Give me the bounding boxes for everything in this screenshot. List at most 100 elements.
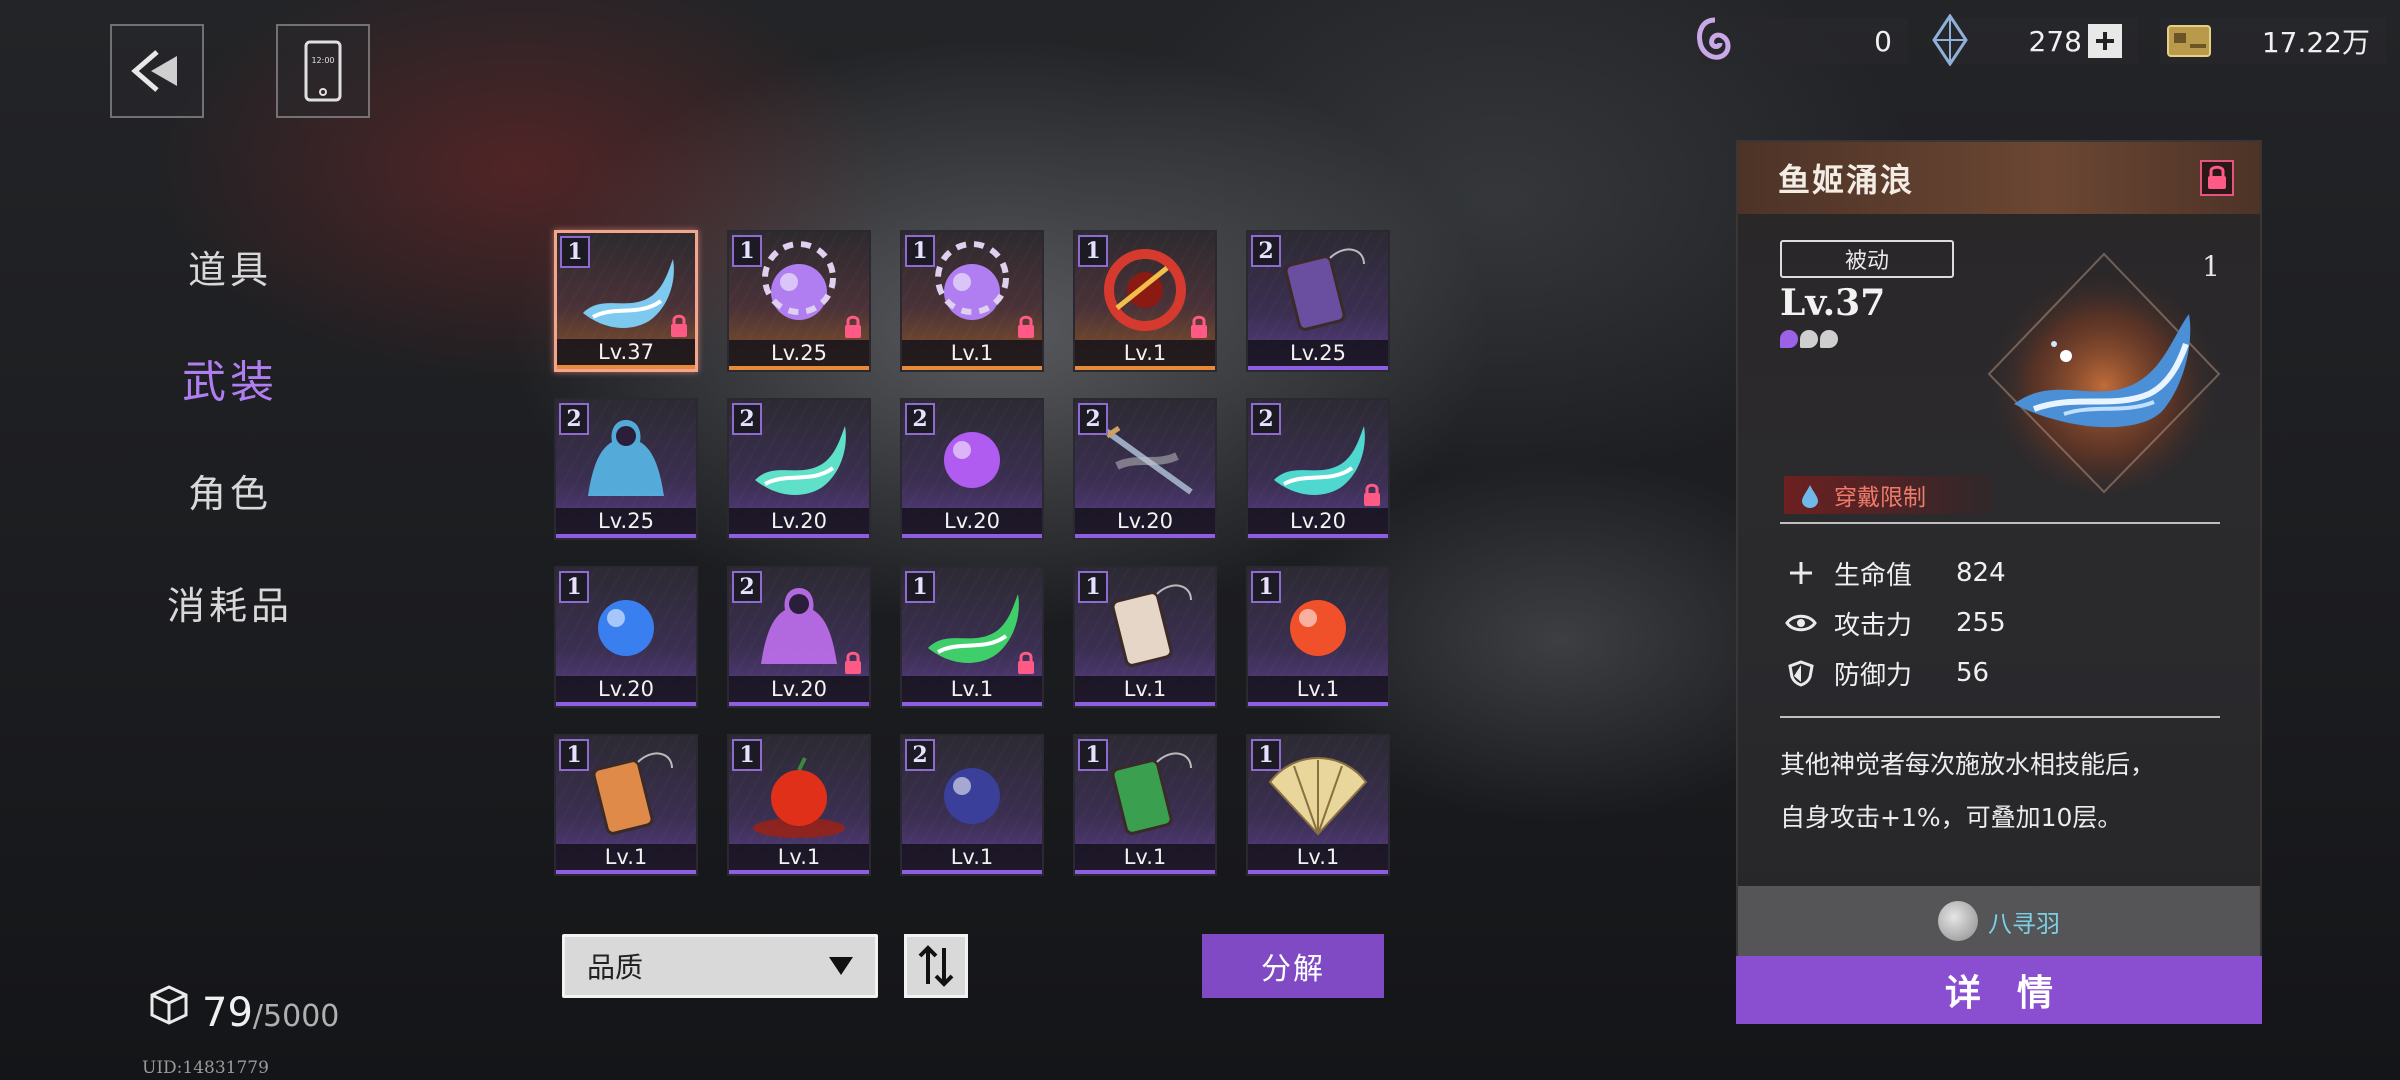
item-level-label: Lv.20 bbox=[1248, 508, 1388, 538]
currency-coin-value: 17.22万 bbox=[2261, 26, 2370, 59]
lock-icon bbox=[845, 651, 861, 674]
sort-label: 品质 bbox=[587, 951, 644, 984]
item-tier-badge: 2 bbox=[559, 403, 589, 435]
plus-icon bbox=[2096, 32, 2114, 50]
details-button[interactable]: 详情 bbox=[1736, 956, 2262, 1024]
item-slot[interactable]: 2 Lv.25 bbox=[554, 398, 698, 540]
crystal-icon bbox=[1932, 14, 1968, 66]
nav-item-consumables[interactable]: 消耗品 bbox=[140, 546, 320, 658]
stat-value: 56 bbox=[1956, 658, 1990, 688]
refine-pip bbox=[1800, 330, 1818, 348]
nav-item-equipment[interactable]: 武装 bbox=[140, 322, 320, 434]
item-tier-badge: 1 bbox=[905, 235, 935, 267]
decompose-button[interactable]: 分解 bbox=[1202, 934, 1384, 998]
sort-order-toggle[interactable] bbox=[904, 934, 968, 998]
item-level-label: Lv.1 bbox=[902, 676, 1042, 706]
item-level-label: Lv.20 bbox=[1075, 508, 1215, 538]
item-grid: 1 Lv.37 1 Lv.25 1 Lv.1 1 Lv.1 2 Lv.25 2 Lv.25 2 Lv.20… bbox=[554, 230, 1390, 876]
item-slot[interactable]: 1 Lv.1 bbox=[1246, 734, 1390, 876]
item-level-label: Lv.25 bbox=[729, 340, 869, 370]
item-slot[interactable]: 1 Lv.1 bbox=[727, 734, 871, 876]
item-slot[interactable]: 2 Lv.20 bbox=[900, 398, 1044, 540]
quality-sort-dropdown[interactable]: 品质 bbox=[562, 934, 878, 998]
stat-attack: 攻击力 255 bbox=[1784, 598, 2006, 648]
stat-defense: 防御力 56 bbox=[1784, 648, 2006, 698]
back-button[interactable] bbox=[110, 24, 204, 118]
item-tier-badge: 2 bbox=[1251, 403, 1281, 435]
item-tier-badge: 2 bbox=[1251, 235, 1281, 267]
item-tier-badge: 1 bbox=[1078, 571, 1108, 603]
item-tier-badge: 2 bbox=[905, 739, 935, 771]
item-level-label: Lv.1 bbox=[1248, 676, 1388, 706]
currency-shell-value: 0 bbox=[1874, 24, 1892, 58]
plus-icon bbox=[1784, 556, 1818, 590]
description-line: 其他神觉者每次施放水相技能后， bbox=[1780, 750, 2156, 779]
item-tier-badge: 1 bbox=[559, 739, 589, 771]
item-tier-badge: 1 bbox=[1251, 571, 1281, 603]
item-tier-badge: 1 bbox=[1251, 739, 1281, 771]
item-slot[interactable]: 2 Lv.20 bbox=[1073, 398, 1217, 540]
phone-clock-icon: 12:00 bbox=[304, 40, 342, 102]
chevron-down-icon bbox=[829, 957, 853, 975]
item-slot[interactable]: 1 Lv.1 bbox=[900, 566, 1044, 708]
item-slot[interactable]: 1 Lv.25 bbox=[727, 230, 871, 372]
sort-arrows-icon bbox=[918, 945, 954, 987]
stat-hp: 生命值 824 bbox=[1784, 548, 2006, 598]
item-level-label: Lv.1 bbox=[1075, 844, 1215, 874]
item-slot[interactable]: 1 Lv.1 bbox=[900, 230, 1044, 372]
stat-name: 防御力 bbox=[1834, 660, 1913, 691]
item-name: 鱼姬涌浪 bbox=[1778, 161, 1915, 199]
phone-mode-button[interactable]: 12:00 bbox=[276, 24, 370, 118]
lock-icon bbox=[1364, 483, 1380, 506]
item-slot[interactable]: 2 Lv.20 bbox=[727, 398, 871, 540]
item-level-label: Lv.1 bbox=[729, 844, 869, 874]
item-slot[interactable]: 1 Lv.20 bbox=[554, 566, 698, 708]
inventory-count: 79 /5000 bbox=[148, 984, 339, 1036]
item-slot[interactable]: 1 Lv.1 bbox=[1073, 734, 1217, 876]
box-icon bbox=[150, 985, 188, 1025]
item-tier-badge: 1 bbox=[1078, 739, 1108, 771]
svg-text:12:00: 12:00 bbox=[311, 56, 334, 65]
item-slot[interactable]: 2 Lv.1 bbox=[900, 734, 1044, 876]
nav-item-character[interactable]: 角色 bbox=[140, 434, 320, 546]
item-tier-badge: 2 bbox=[905, 403, 935, 435]
item-slot[interactable]: 2 Lv.25 bbox=[1246, 230, 1390, 372]
refine-pip bbox=[1780, 330, 1798, 348]
item-slot[interactable]: 1 Lv.1 bbox=[554, 734, 698, 876]
item-tier-badge: 2 bbox=[1078, 403, 1108, 435]
item-tier-badge: 2 bbox=[732, 571, 762, 603]
item-level-label: Lv.1 bbox=[1075, 340, 1215, 370]
item-level-label: Lv.1 bbox=[1075, 676, 1215, 706]
add-crystal-button[interactable] bbox=[2088, 24, 2122, 58]
owner-avatar bbox=[1938, 901, 1978, 941]
item-tier-badge: 1 bbox=[1078, 235, 1108, 267]
stats-list: 生命值 824 攻击力 255 防御力 56 bbox=[1784, 548, 2006, 698]
water-drop-icon bbox=[1802, 485, 1818, 508]
item-slot[interactable]: 1 Lv.1 bbox=[1073, 566, 1217, 708]
item-level-label: Lv.20 bbox=[729, 508, 869, 538]
nav-item-props[interactable]: 道具 bbox=[140, 210, 320, 322]
item-slot[interactable]: 2 Lv.20 bbox=[1246, 398, 1390, 540]
detail-header: 鱼姬涌浪 bbox=[1738, 142, 2260, 214]
item-slot[interactable]: 1 Lv.1 bbox=[1246, 566, 1390, 708]
item-detail-panel: 鱼姬涌浪 被动 Lv.37 1 穿戴限制 生命值 824 攻击力 255 防御力… bbox=[1736, 140, 2262, 1024]
item-level-label: Lv.1 bbox=[556, 844, 696, 874]
back-arrow-icon bbox=[131, 50, 177, 92]
stat-value: 255 bbox=[1956, 608, 2006, 638]
lock-toggle-icon[interactable] bbox=[2200, 160, 2234, 196]
stat-name: 攻击力 bbox=[1834, 610, 1913, 641]
item-tier-badge: 1 bbox=[732, 235, 762, 267]
stat-value: 824 bbox=[1956, 558, 2006, 588]
equipped-owner[interactable]: 八寻羽 bbox=[1738, 886, 2260, 956]
detail-level: Lv.37 bbox=[1780, 282, 1886, 324]
item-slot[interactable]: 1 Lv.37 bbox=[554, 230, 698, 372]
spiral-shell-icon bbox=[1697, 17, 1731, 60]
lock-icon bbox=[1018, 651, 1034, 674]
item-slot[interactable]: 2 Lv.20 bbox=[727, 566, 871, 708]
item-slot[interactable]: 1 Lv.1 bbox=[1073, 230, 1217, 372]
inventory-max: /5000 bbox=[252, 999, 340, 1034]
item-description: 其他神觉者每次施放水相技能后， 自身攻击+1%，可叠加10层。 bbox=[1780, 738, 2240, 844]
refine-pip bbox=[1820, 330, 1838, 348]
currency-crystal-value: 278 bbox=[2028, 24, 2082, 58]
lock-icon bbox=[845, 315, 861, 338]
